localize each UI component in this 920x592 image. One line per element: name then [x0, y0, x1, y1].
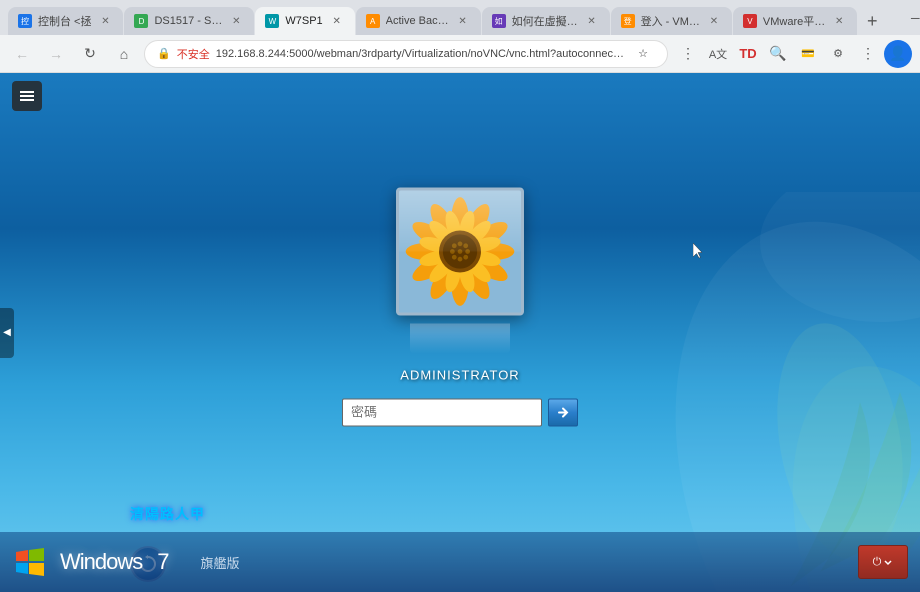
- tab-2-label: DS1517 - S…: [154, 15, 222, 27]
- browser-window: 控 控制台 <拯 ✕ D DS1517 - S… ✕ W W7SP1 ✕ A A…: [0, 0, 920, 592]
- tab-1-favicon: 控: [18, 14, 32, 28]
- tab-5-close[interactable]: ✕: [584, 13, 600, 29]
- wallet-icon[interactable]: 💳: [794, 40, 822, 68]
- user-display-name: 清陽路人甲: [130, 504, 205, 524]
- back-button[interactable]: ←: [8, 40, 36, 68]
- tab-5[interactable]: 如 如何在虛擬… ✕: [482, 7, 610, 35]
- address-text: 192.168.8.244:5000/webman/3rdparty/Virtu…: [216, 48, 625, 60]
- win7-title-text: Windows: [60, 549, 142, 575]
- security-label: 不安全: [177, 46, 210, 62]
- menu-icon[interactable]: ⋮: [854, 40, 882, 68]
- win7-desktop: ◀: [0, 73, 920, 592]
- search-icon[interactable]: 🔍: [764, 40, 792, 68]
- forward-button[interactable]: →: [42, 40, 70, 68]
- security-icon: 🔒: [157, 47, 171, 60]
- tab-7-label: VMware平…: [763, 13, 825, 29]
- tab-5-favicon: 如: [492, 14, 506, 28]
- sidebar-arrow-icon: ◀: [3, 327, 11, 338]
- tab-6-favicon: 登: [621, 14, 635, 28]
- tab-3-label: W7SP1: [285, 15, 322, 27]
- tab-3-favicon: W: [265, 14, 279, 28]
- tab-2[interactable]: D DS1517 - S… ✕: [124, 7, 254, 35]
- toolbar-icons: ⋮ A文 TD 🔍 💳 ⚙ ⋮ 👤: [674, 40, 912, 68]
- settings-icon[interactable]: ⚙: [824, 40, 852, 68]
- tabs-area: 控 控制台 <拯 ✕ D DS1517 - S… ✕ W W7SP1 ✕ A A…: [8, 0, 886, 35]
- novnc-toolbar-button[interactable]: [12, 81, 42, 111]
- password-input[interactable]: [342, 398, 542, 426]
- tab-5-label: 如何在虛擬…: [512, 13, 578, 29]
- tab-6[interactable]: 登 登入 - VM… ✕: [611, 7, 732, 35]
- tab-4-favicon: A: [366, 14, 380, 28]
- refresh-button[interactable]: ↻: [76, 40, 104, 68]
- tab-2-close[interactable]: ✕: [228, 13, 244, 29]
- new-tab-button[interactable]: +: [858, 7, 886, 35]
- avatar-reflection: [410, 323, 510, 353]
- tab-7-favicon: V: [743, 14, 757, 28]
- user-avatar: [396, 187, 524, 315]
- title-bar: 控 控制台 <拯 ✕ D DS1517 - S… ✕ W W7SP1 ✕ A A…: [0, 0, 920, 35]
- power-button[interactable]: ⏻: [858, 545, 908, 579]
- tab-6-close[interactable]: ✕: [706, 13, 722, 29]
- tab-4-close[interactable]: ✕: [455, 13, 471, 29]
- sidebar-toggle[interactable]: ◀: [0, 308, 14, 358]
- win7-version: 7: [157, 549, 168, 575]
- tab-1-close[interactable]: ✕: [97, 13, 113, 29]
- profile-avatar[interactable]: 👤: [884, 40, 912, 68]
- password-row: [342, 398, 578, 426]
- windows-logo-icon: [12, 544, 48, 580]
- extensions-icon[interactable]: ⋮: [674, 40, 702, 68]
- avatar-gloss: [399, 190, 521, 251]
- tab-7-close[interactable]: ✕: [831, 13, 847, 29]
- address-bar: ← → ↻ ⌂ 🔒 不安全 192.168.8.244:5000/webman/…: [0, 35, 920, 73]
- window-controls: ─ □ ✕: [892, 4, 920, 32]
- tab-6-label: 登入 - VM…: [641, 13, 700, 29]
- submit-arrow-icon: [555, 404, 571, 420]
- tab-7[interactable]: V VMware平… ✕: [733, 7, 857, 35]
- address-input[interactable]: 🔒 不安全 192.168.8.244:5000/webman/3rdparty…: [144, 40, 668, 68]
- windows-logo[interactable]: [12, 544, 48, 580]
- tab-2-favicon: D: [134, 14, 148, 28]
- login-container: ADMINISTRATOR: [342, 187, 578, 426]
- translate-icon[interactable]: A文: [704, 40, 732, 68]
- tab-3-close[interactable]: ✕: [329, 13, 345, 29]
- tab-1[interactable]: 控 控制台 <拯 ✕: [8, 7, 123, 35]
- tab-4-label: Active Bac…: [386, 15, 449, 27]
- win7-edition: 旗艦版: [201, 553, 240, 572]
- bookmark-icon[interactable]: ☆: [631, 42, 655, 66]
- home-button[interactable]: ⌂: [110, 40, 138, 68]
- password-submit-button[interactable]: [548, 398, 578, 426]
- tab-3[interactable]: W W7SP1 ✕: [255, 7, 354, 35]
- tab-1-label: 控制台 <拯: [38, 13, 91, 29]
- power-icon: ⏻: [873, 556, 882, 569]
- tdicon[interactable]: TD: [734, 40, 762, 68]
- content-area: ◀: [0, 73, 920, 592]
- win7-taskbar: Windows 7 旗艦版 ⏻: [0, 532, 920, 592]
- power-dropdown-icon: [883, 557, 893, 567]
- minimize-button[interactable]: ─: [892, 4, 920, 32]
- username-label: ADMINISTRATOR: [400, 367, 519, 382]
- tab-4[interactable]: A Active Bac… ✕: [356, 7, 481, 35]
- novnc-menu-icon: [18, 87, 36, 105]
